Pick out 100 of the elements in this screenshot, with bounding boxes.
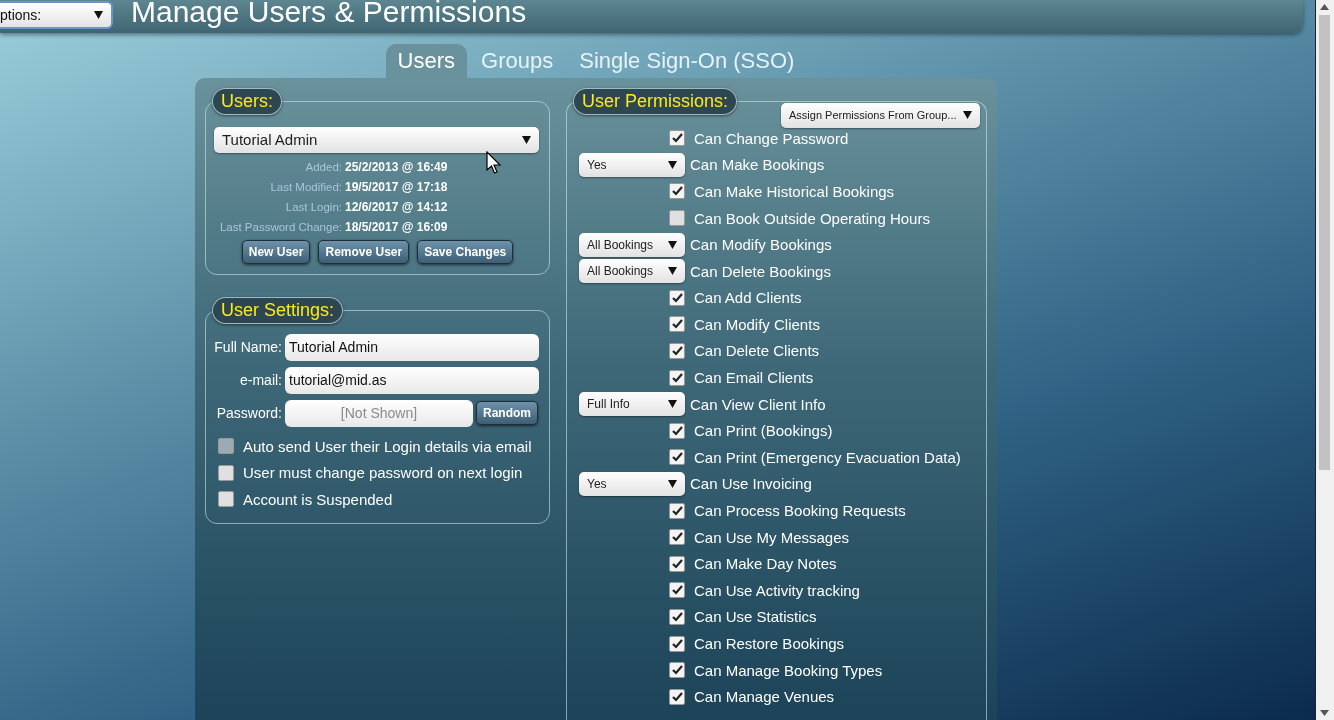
options-select[interactable]: ptions: [0, 1, 113, 30]
action-button[interactable]: New User [241, 239, 311, 264]
field-label: Full Name: [214, 338, 282, 356]
permission-label: Can Make Bookings [690, 156, 825, 174]
permission-label: Can Use Statistics [694, 608, 817, 626]
mouse-cursor-icon [486, 151, 502, 175]
scroll-down-icon[interactable] [1320, 710, 1329, 716]
scroll-up-icon[interactable] [1320, 4, 1329, 10]
checkmark-icon [671, 133, 683, 144]
permission-select[interactable]: All Bookings [579, 232, 685, 257]
checkbox[interactable] [669, 529, 685, 546]
group-legend: Users: [212, 87, 282, 115]
checkbox-label: Auto send User their Login details via email [243, 437, 532, 455]
email-field[interactable]: tutorial@mid.as [285, 366, 539, 394]
checkmark-icon [671, 665, 683, 676]
info-label: Last Password Change: [219, 219, 342, 235]
permission-label: Can Manage Booking Types [694, 661, 883, 679]
scrollbar[interactable] [1315, 0, 1334, 720]
full-name-field[interactable]: Tutorial Admin [285, 333, 539, 361]
checkbox[interactable] [669, 635, 685, 652]
checkmark-icon [671, 691, 683, 702]
caret-icon [522, 135, 531, 144]
info-label: Last Login: [285, 199, 342, 215]
checkbox[interactable] [669, 608, 685, 625]
permission-label: Can View Client Info [690, 395, 826, 413]
caret-icon [668, 160, 677, 169]
checkmark-icon [671, 292, 683, 303]
checkbox[interactable] [669, 369, 685, 386]
permission-label: Can Make Historical Bookings [694, 182, 895, 200]
password-field[interactable]: [Not Shown] [285, 399, 473, 427]
checkbox[interactable] [669, 183, 685, 200]
checkmark-icon [671, 425, 683, 436]
caret-icon [668, 240, 677, 249]
assign-group-select[interactable]: Assign Permissions From Group... [781, 102, 980, 128]
permission-label: Can Add Clients [694, 289, 802, 307]
permission-label: Can Modify Bookings [690, 236, 832, 254]
permission-label: Can Modify Clients [694, 315, 820, 333]
action-button[interactable]: Remove User [318, 239, 410, 264]
info-value: 25/2/2013 @ 16:49 [345, 158, 448, 176]
checkbox[interactable] [669, 449, 685, 466]
checkmark-icon [671, 638, 683, 649]
checkmark-icon [671, 372, 683, 383]
info-label: Last Modified: [270, 179, 342, 195]
field-label: e-mail: [239, 371, 282, 389]
permission-select[interactable]: Yes [579, 471, 685, 496]
info-value: 12/6/2017 @ 14:12 [345, 198, 448, 216]
checkbox[interactable] [669, 130, 685, 147]
page-title: Manage Users & Permissions [131, 0, 527, 30]
permission-label: Can Use My Messages [694, 528, 850, 546]
checkbox[interactable] [218, 464, 234, 481]
permission-label: Can Process Booking Requests [694, 502, 906, 520]
permission-label: Can Delete Clients [694, 342, 820, 360]
checkbox[interactable] [669, 662, 685, 679]
checkbox[interactable] [218, 491, 234, 508]
checkbox[interactable] [669, 343, 685, 359]
permission-label: Can Print (Bookings) [694, 422, 833, 440]
checkmark-icon [671, 346, 683, 356]
caret-icon [94, 11, 103, 20]
permission-select[interactable]: Yes [579, 152, 685, 177]
permission-label: Can Book Outside Operating Hours [694, 209, 930, 227]
info-label: Added: [305, 159, 342, 175]
random-button[interactable]: Random [476, 401, 538, 426]
info-value: 19/5/2017 @ 17:18 [345, 178, 448, 196]
permission-label: Can Delete Bookings [690, 262, 831, 280]
checkbox-label: Account is Suspended [243, 490, 393, 508]
group-legend: User Settings: [212, 296, 344, 324]
checkbox[interactable] [669, 422, 685, 439]
checkbox[interactable] [669, 688, 685, 705]
field-label: Password: [215, 404, 282, 422]
checkmark-icon [671, 585, 683, 596]
checkmark-icon [671, 186, 683, 197]
checkbox[interactable] [669, 582, 685, 599]
permission-label: Can Restore Bookings [694, 635, 845, 652]
action-button[interactable]: Save Changes [417, 239, 514, 264]
permission-label: Can Print (Emergency Evacuation Data) [694, 448, 961, 466]
checkbox-label: User must change password on next login [243, 464, 523, 482]
checkbox[interactable] [669, 555, 685, 572]
permission-label: Can Make Day Notes [694, 555, 837, 573]
user-select[interactable]: Tutorial Admin [214, 126, 539, 153]
checkbox[interactable] [669, 289, 685, 306]
checkbox[interactable] [669, 316, 685, 333]
info-value: 18/5/2017 @ 16:09 [345, 218, 448, 236]
checkmark-icon [671, 611, 683, 622]
caret-icon [963, 111, 972, 120]
checkbox[interactable] [669, 502, 685, 519]
caret-icon [668, 400, 677, 409]
permission-select[interactable]: All Bookings [579, 259, 685, 284]
checkmark-icon [671, 532, 683, 543]
permission-label: Can Email Clients [694, 369, 814, 387]
checkmark-icon [671, 319, 683, 330]
permission-label: Can Change Password [694, 129, 849, 147]
caret-icon [668, 267, 677, 276]
checkmark-icon [671, 558, 683, 569]
checkbox[interactable] [669, 210, 685, 226]
checkmark-icon [671, 505, 683, 516]
caret-icon [668, 479, 677, 488]
permission-label: Can Use Invoicing [690, 475, 812, 493]
permission-label: Can Use Activity tracking [694, 581, 860, 599]
group-legend: User Permissions: [573, 87, 738, 115]
permission-select[interactable]: Full Info [579, 392, 685, 417]
